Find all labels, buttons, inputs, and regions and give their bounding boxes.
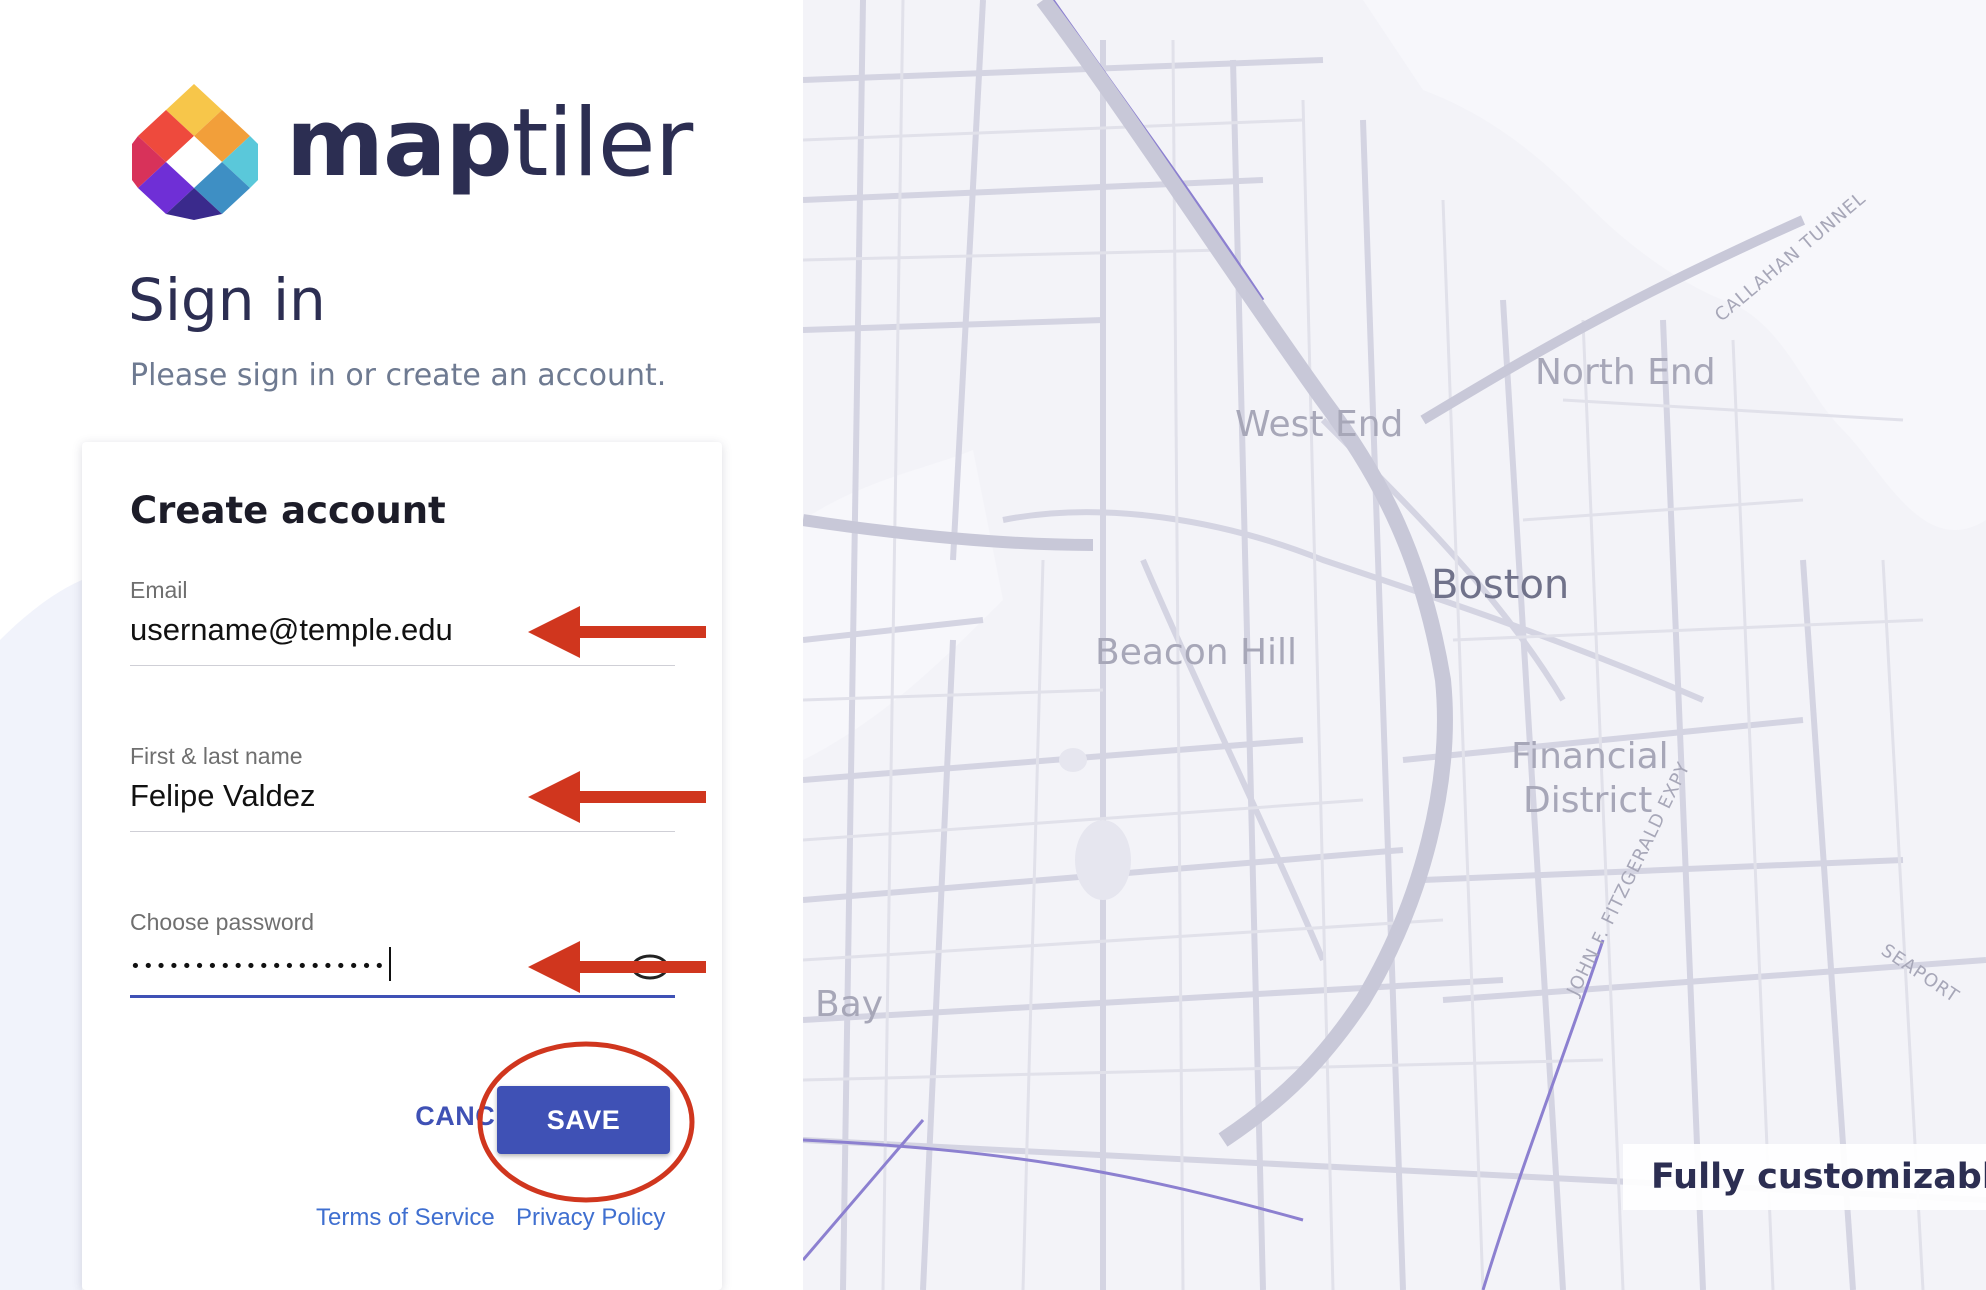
password-underline — [130, 995, 675, 998]
boston-map — [803, 0, 1986, 1290]
wordmark-map: map — [286, 89, 513, 198]
email-input[interactable]: username@temple.edu — [130, 610, 453, 650]
page-title: Sign in — [128, 266, 326, 334]
map-label-north-end: North End — [1535, 352, 1716, 393]
maptiler-logo[interactable]: maptiler — [130, 80, 693, 220]
arrow-left-icon — [528, 771, 706, 823]
map-label-financial: Financial — [1511, 736, 1669, 777]
privacy-policy-link[interactable]: Privacy Policy — [516, 1204, 665, 1232]
map-preview: West End North End Boston Beacon Hill Fi… — [803, 0, 1986, 1290]
wordmark-tiler: tiler — [511, 89, 694, 198]
text-caret — [388, 946, 391, 981]
terms-of-service-link[interactable]: Terms of Service — [316, 1204, 495, 1232]
card-title: Create account — [130, 489, 446, 532]
signin-panel: maptiler Sign in Please sign in or creat… — [0, 0, 803, 1290]
save-highlight-circle — [477, 1041, 695, 1203]
map-label-west-end: West End — [1235, 404, 1404, 445]
feature-badge: Fully customizable — [1623, 1144, 1986, 1210]
map-label-boston: Boston — [1431, 562, 1570, 608]
page-subtitle: Please sign in or create an account. — [130, 358, 667, 393]
map-label-bay: Bay — [815, 984, 884, 1025]
name-underline — [130, 831, 675, 832]
arrow-left-icon — [528, 941, 706, 993]
email-label: Email — [130, 577, 188, 603]
email-underline — [130, 665, 675, 666]
password-input[interactable]: •••••••••••••••••••• — [130, 942, 391, 987]
name-label: First & last name — [130, 743, 303, 769]
password-label: Choose password — [130, 909, 315, 935]
name-input[interactable]: Felipe Valdez — [130, 776, 316, 816]
map-label-beacon-hill: Beacon Hill — [1095, 632, 1298, 673]
arrow-left-icon — [528, 606, 706, 658]
map-label-district: District — [1523, 780, 1653, 821]
password-masked-value: •••••••••••••••••••• — [130, 956, 387, 977]
feature-badge-text: Fully customizable — [1651, 1157, 1986, 1197]
maptiler-wordmark: maptiler — [286, 86, 694, 202]
maptiler-logo-mark-icon — [132, 84, 258, 220]
create-account-card: Create account Email username@temple.edu… — [82, 442, 722, 1290]
